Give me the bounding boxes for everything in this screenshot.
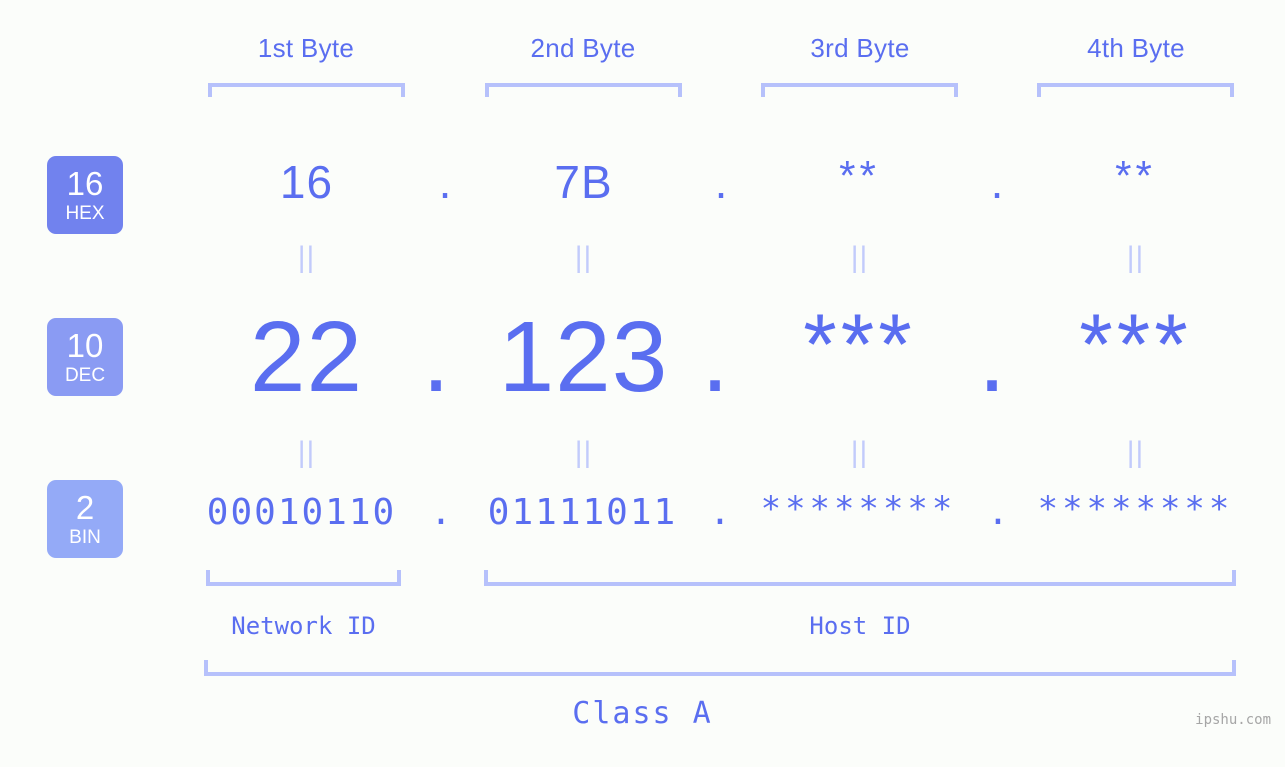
hex-separator-2: .	[714, 156, 728, 208]
bin-octet-4: ********	[1037, 489, 1234, 529]
bin-octet-2: 01111011	[487, 492, 678, 533]
byte-header-3-label: 3rd Byte	[810, 33, 910, 63]
equals-hex-dec-1: ||	[297, 241, 316, 274]
dec-octet-1: 22	[249, 301, 364, 413]
byte-header-4-label: 4th Byte	[1087, 33, 1185, 63]
host-id-label: Host ID	[809, 612, 911, 640]
class-label: Class A	[572, 696, 713, 731]
hex-octet-3: **	[839, 152, 880, 199]
ip-address-breakdown-diagram: 1st Byte 2nd Byte 3rd Byte 4th Byte 16 H…	[0, 0, 1285, 767]
byte-bracket-1	[208, 83, 405, 97]
byte-header-2-label: 2nd Byte	[530, 33, 636, 63]
bin-octet-1: 00010110	[206, 492, 397, 533]
network-id-bracket	[206, 570, 401, 586]
byte-header-1-label: 1st Byte	[257, 33, 355, 63]
byte-header-2: 2nd Byte	[485, 33, 681, 64]
network-id-label: Network ID	[231, 612, 376, 640]
equals-hex-dec-3: ||	[850, 241, 869, 274]
base-badge-dec-name: DEC	[64, 365, 106, 386]
equals-hex-dec-4: ||	[1126, 241, 1145, 274]
byte-bracket-4	[1037, 83, 1234, 97]
dec-separator-1: .	[422, 301, 450, 413]
watermark: ipshu.com	[1195, 712, 1271, 728]
dec-separator-2: .	[701, 301, 729, 413]
class-bracket	[204, 660, 1236, 676]
base-badge-dec: 10 DEC	[47, 318, 123, 396]
byte-bracket-3	[761, 83, 958, 97]
byte-header-1: 1st Byte	[208, 33, 404, 64]
hex-separator-1: .	[438, 156, 452, 208]
base-badge-hex-name: HEX	[65, 203, 105, 224]
bin-octet-3: ********	[760, 489, 957, 529]
base-badge-hex: 16 HEX	[47, 156, 123, 234]
base-badge-hex-number: 16	[66, 165, 104, 202]
dec-octet-4: ***	[1079, 297, 1192, 393]
base-badge-bin: 2 BIN	[47, 480, 123, 558]
hex-octet-1: 16	[279, 156, 334, 208]
byte-header-4: 4th Byte	[1038, 33, 1234, 64]
byte-header-3: 3rd Byte	[762, 33, 958, 64]
base-badge-bin-number: 2	[75, 489, 95, 526]
equals-dec-bin-4: ||	[1126, 436, 1145, 469]
hex-separator-3: .	[990, 156, 1004, 208]
base-badge-dec-number: 10	[66, 327, 104, 364]
dec-octet-3: ***	[803, 297, 916, 393]
equals-dec-bin-2: ||	[574, 436, 593, 469]
equals-hex-dec-2: ||	[574, 241, 593, 274]
hex-octet-4: **	[1115, 152, 1156, 199]
equals-dec-bin-1: ||	[297, 436, 316, 469]
bin-separator-2: .	[709, 492, 731, 533]
bin-separator-1: .	[430, 492, 452, 533]
base-badge-bin-name: BIN	[69, 527, 101, 548]
dec-octet-2: 123	[498, 301, 669, 413]
hex-octet-2: 7B	[554, 156, 613, 208]
equals-dec-bin-3: ||	[850, 436, 869, 469]
host-id-bracket	[484, 570, 1236, 586]
byte-bracket-2	[485, 83, 682, 97]
bin-separator-3: .	[987, 492, 1009, 533]
dec-separator-3: .	[978, 301, 1006, 413]
